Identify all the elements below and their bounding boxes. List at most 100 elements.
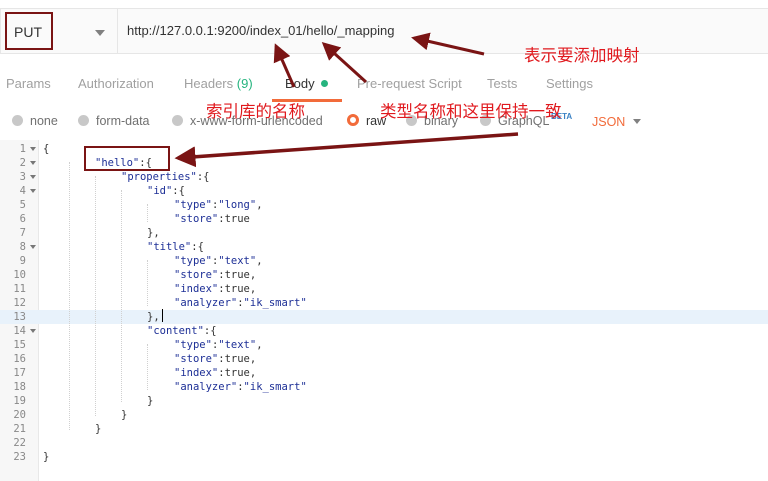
line-number: 12	[13, 297, 26, 309]
string-token: "type"	[174, 339, 212, 351]
code-text: "analyzer":"ik_smart"	[174, 297, 307, 309]
radio-form-data[interactable]: form-data	[78, 114, 150, 130]
code-text: }	[121, 409, 128, 421]
line-number: 9	[19, 255, 26, 267]
string-token: "store"	[174, 213, 219, 225]
line-number: 8	[19, 241, 26, 253]
code-line: 7},	[0, 226, 768, 240]
text-cursor	[162, 309, 163, 322]
string-token: "analyzer"	[174, 297, 238, 309]
radio-circle	[12, 115, 23, 126]
raw-language-select[interactable]: JSON	[592, 115, 625, 129]
tab-body[interactable]: Body	[285, 76, 328, 91]
tab-headers[interactable]: Headers (9)	[184, 76, 253, 91]
string-token: "text"	[218, 255, 257, 267]
code-line: 23}	[0, 450, 768, 464]
code-text: "index":true,	[174, 367, 257, 379]
fold-toggle-icon[interactable]	[30, 147, 36, 151]
indent-guide	[147, 344, 148, 390]
string-token: "ik_smart"	[243, 381, 307, 393]
code-text: },	[147, 311, 160, 323]
code-line: 5 "type":"long",	[0, 198, 768, 212]
code-line: 22	[0, 436, 768, 450]
line-number: 10	[13, 269, 26, 281]
code-text: "index":true,	[174, 283, 257, 295]
code-line: 3 "properties":{	[0, 170, 768, 184]
fold-toggle-icon[interactable]	[30, 175, 36, 179]
tab-pre-request-script[interactable]: Pre-request Script	[357, 76, 462, 91]
line-number: 16	[13, 353, 26, 365]
line-number: 22	[13, 437, 26, 449]
annotation-type-name: 类型名称和这里保持一致	[380, 102, 562, 121]
line-number: 19	[13, 395, 26, 407]
line-number: 14	[13, 325, 26, 337]
code-line: 10 "store":true,	[0, 268, 768, 282]
code-text: "store":true,	[174, 353, 257, 365]
string-token: "store"	[174, 353, 219, 365]
chevron-down-icon[interactable]	[633, 119, 641, 124]
radio-circle-selected	[347, 114, 359, 126]
line-number: 20	[13, 409, 26, 421]
tab-params[interactable]: Params	[6, 76, 51, 91]
line-number: 3	[19, 171, 26, 183]
code-line: 11 "index":true,	[0, 282, 768, 296]
tab-headers-label: Headers	[184, 76, 234, 91]
string-token: "store"	[174, 269, 219, 281]
line-number: 15	[13, 339, 26, 351]
line-number: 21	[13, 423, 26, 435]
code-line: 14 "content":{	[0, 324, 768, 338]
line-number: 23	[13, 451, 26, 463]
indent-guide	[69, 162, 70, 430]
code-text: }	[147, 395, 154, 407]
tab-body-label: Body	[285, 76, 315, 91]
line-number: 4	[19, 185, 26, 197]
code-line: 19}	[0, 394, 768, 408]
fold-toggle-icon[interactable]	[30, 329, 36, 333]
code-text: "type":"text",	[174, 339, 263, 351]
radio-none[interactable]: none	[12, 114, 58, 130]
string-token: "type"	[174, 199, 212, 211]
fold-toggle-icon[interactable]	[30, 245, 36, 249]
code-text: "id":{	[147, 185, 185, 197]
url-input[interactable]: http://127.0.0.1:9200/index_01/hello/_ma…	[118, 8, 768, 54]
fold-toggle-icon[interactable]	[30, 189, 36, 193]
radio-circle	[172, 115, 183, 126]
string-token: "long"	[218, 199, 257, 211]
indent-guide	[95, 176, 96, 416]
code-text: "type":"long",	[174, 199, 263, 211]
string-token: "index"	[174, 283, 219, 295]
fold-toggle-icon[interactable]	[30, 161, 36, 165]
string-token: "properties"	[121, 171, 197, 183]
code-line: 8 "title":{	[0, 240, 768, 254]
line-number: 17	[13, 367, 26, 379]
code-text: "store":true,	[174, 269, 257, 281]
code-line: 20}	[0, 408, 768, 422]
tab-tests[interactable]: Tests	[487, 76, 517, 91]
tab-settings[interactable]: Settings	[546, 76, 593, 91]
annotation-index-name: 索引库的名称	[206, 102, 305, 121]
string-token: "type"	[174, 255, 212, 267]
tab-authorization[interactable]: Authorization	[78, 76, 154, 91]
line-number: 6	[19, 213, 26, 225]
code-text: }	[43, 451, 50, 463]
string-token: "index"	[174, 367, 219, 379]
code-line: 6 "store":true	[0, 212, 768, 226]
code-text: "content":{	[147, 325, 217, 337]
code-text: "properties":{	[121, 171, 210, 183]
string-token: "id"	[147, 185, 173, 197]
string-token: "ik_smart"	[243, 297, 307, 309]
code-editor[interactable]: 1{2 "hello":{3 "properties":{4 "id":{5 "type…	[0, 140, 768, 481]
code-text: {	[43, 143, 50, 155]
code-text: }	[95, 423, 102, 435]
code-text: "analyzer":"ik_smart"	[174, 381, 307, 393]
code-line: 13},	[0, 310, 768, 324]
string-token: "title"	[147, 241, 192, 253]
code-line: 21}	[0, 422, 768, 436]
line-number: 11	[13, 283, 26, 295]
hello-highlight-box	[84, 146, 170, 171]
line-number: 18	[13, 381, 26, 393]
string-token: "analyzer"	[174, 381, 238, 393]
indent-guide	[147, 260, 148, 306]
line-number: 5	[19, 199, 26, 211]
code-line: 18 "analyzer":"ik_smart"	[0, 380, 768, 394]
